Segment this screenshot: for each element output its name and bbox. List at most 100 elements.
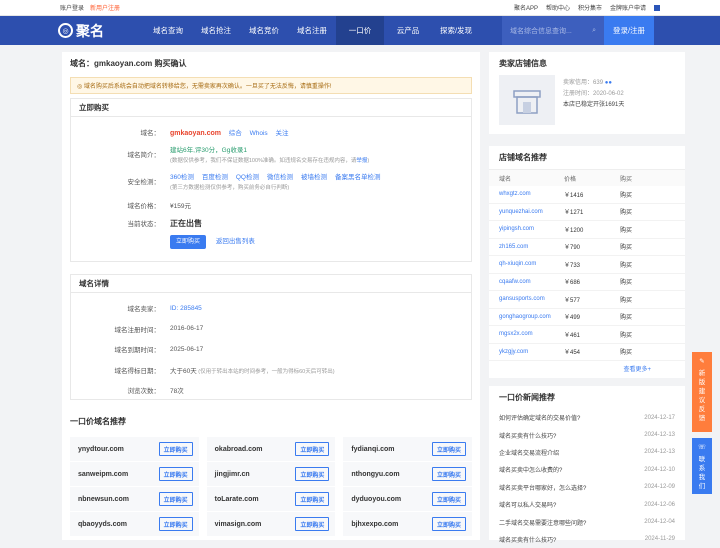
rec-domain[interactable]: jingjimr.cn — [215, 471, 250, 478]
register-link[interactable]: 新用户注册 — [90, 6, 120, 12]
link-whois[interactable]: Whois — [250, 130, 268, 137]
store-domain[interactable]: ykzgjy.com — [499, 349, 564, 355]
rec-domain[interactable]: vimasign.com — [215, 521, 262, 528]
points-link[interactable]: 积分集市 — [578, 3, 602, 12]
app-link[interactable]: 聚名APP — [514, 3, 538, 12]
rec-domain[interactable]: nbnewsun.com — [78, 496, 129, 503]
store-buy-link[interactable]: 购买 — [620, 225, 675, 234]
store-buy-link[interactable]: 购买 — [620, 330, 675, 339]
gold-link[interactable]: 金牌账户申请 — [610, 3, 646, 12]
search-input[interactable]: 域名综合信息查询... ⌕ — [502, 16, 604, 45]
nav-item[interactable]: 域名注册 — [288, 16, 336, 45]
check-link[interactable]: QQ检测 — [236, 174, 259, 181]
rec-buy-button[interactable]: 立即购买 — [432, 467, 466, 481]
rec-buy-button[interactable]: 立即购买 — [158, 467, 193, 481]
report-link[interactable]: 举报 — [356, 158, 367, 164]
store-buy-link[interactable]: 购买 — [620, 312, 675, 321]
rec-domain[interactable]: bjhxexpo.com — [351, 521, 398, 528]
flag-icon[interactable] — [654, 4, 660, 11]
store-domain[interactable]: gonghaogroup.com — [499, 314, 564, 320]
back-link[interactable]: 返回出售列表 — [216, 238, 255, 245]
store-domain[interactable]: qh-xiuqin.com — [499, 261, 564, 267]
news-item[interactable]: 域名买卖中怎么收费的? 2024-12-10 — [489, 461, 685, 478]
check-link[interactable]: 微信检测 — [267, 174, 293, 181]
nav-item[interactable]: 探索/发现 — [432, 16, 480, 45]
help-link[interactable]: 帮助中心 — [546, 3, 570, 12]
contact-button[interactable]: ☏ 联系我们 — [692, 438, 712, 494]
news-title[interactable]: 企业域名交易流程介绍 — [499, 448, 559, 457]
rec-buy-button[interactable]: 立即购买 — [295, 517, 330, 531]
check-link[interactable]: 360检测 — [170, 174, 194, 181]
rec-buy-button[interactable]: 立即购买 — [432, 492, 466, 506]
news-item[interactable]: 域名买卖有什么技巧? 2024-12-13 — [489, 426, 685, 443]
store-row: cqaafw.com ￥686 购买 — [489, 274, 685, 291]
nav-item[interactable]: 域名查询 — [144, 16, 192, 45]
news-item[interactable]: 如何评估确定域名的交易价值? 2024-12-17 — [489, 409, 685, 426]
login-link[interactable]: 账户登录 — [60, 6, 84, 12]
nav-item[interactable]: 一口价 — [336, 16, 384, 45]
store-domain[interactable]: yunquezhai.com — [499, 209, 564, 215]
rec-domain[interactable]: sanweipm.com — [78, 471, 128, 478]
rec-buy-button[interactable]: 立即购买 — [295, 442, 330, 456]
check-link[interactable]: 备案黑名单检测 — [335, 174, 381, 181]
rec-buy-button[interactable]: 立即购买 — [295, 467, 330, 481]
search-icon[interactable]: ⌕ — [592, 27, 596, 35]
news-title[interactable]: 域名买卖平台哪家好，怎么选择? — [499, 483, 586, 492]
check-link[interactable]: 被墙检测 — [301, 174, 327, 181]
nav-item[interactable]: 域名抢注 — [192, 16, 240, 45]
link-overview[interactable]: 综合 — [229, 130, 242, 137]
rec-domain[interactable]: toLarate.com — [215, 496, 259, 503]
rec-domain[interactable]: qbaoyyds.com — [78, 521, 127, 528]
detail-row: 域名注册时间： 2016-06-17 — [71, 319, 471, 340]
store-domain[interactable]: yipingsh.com — [499, 226, 564, 232]
news-item[interactable]: 域名买卖平台哪家好，怎么选择? 2024-12-09 — [489, 479, 685, 496]
news-title[interactable]: 域名买卖有什么技巧? — [499, 431, 556, 440]
store-buy-link[interactable]: 购买 — [620, 242, 675, 251]
rec-buy-button[interactable]: 立即购买 — [432, 517, 466, 531]
nav-item[interactable]: 域名竞价 — [240, 16, 288, 45]
store-buy-link[interactable]: 购买 — [620, 207, 675, 216]
rec-buy-button[interactable]: 立即购买 — [158, 517, 193, 531]
news-title[interactable]: 二手域名交易需要注意哪些问题? — [499, 518, 586, 527]
store-domain[interactable]: cqaafw.com — [499, 279, 564, 285]
store-buy-link[interactable]: 购买 — [620, 347, 675, 356]
store-domain[interactable]: whxgtz.com — [499, 191, 564, 197]
check-link[interactable]: 百度检测 — [202, 174, 228, 181]
detail-value-text[interactable]: ID: 285845 — [170, 305, 202, 312]
news-item[interactable]: 企业域名交易流程介绍 2024-12-13 — [489, 444, 685, 461]
store-buy-link[interactable]: 购买 — [620, 295, 675, 304]
feedback-button[interactable]: ✎ 新版建议反馈 — [692, 352, 712, 432]
rec-domain[interactable]: ynydtour.com — [78, 446, 124, 453]
rec-buy-button[interactable]: 立即购买 — [295, 492, 330, 506]
store-buy-link[interactable]: 购买 — [620, 277, 675, 286]
rec-buy-button[interactable]: 立即购买 — [432, 442, 466, 456]
buy-now-button[interactable]: 立即购买 — [170, 235, 207, 249]
rec-domain[interactable]: dyduoyou.com — [351, 496, 401, 503]
news-title[interactable]: 域名买卖有什么技巧? — [499, 535, 556, 544]
rec-buy-button[interactable]: 立即购买 — [158, 442, 193, 456]
login-button[interactable]: 登录/注册 — [604, 16, 654, 45]
rec-domain[interactable]: okabroad.com — [215, 446, 263, 453]
news-title[interactable]: 如何评估确定域名的交易价值? — [499, 413, 580, 422]
store-domain[interactable]: zh165.com — [499, 244, 564, 250]
detail-row: 浏览次数： 78次 — [71, 380, 471, 401]
buy-box: 立即购买 域名： gmkaoyan.com 综合 Whois 关注 域名简介： … — [70, 98, 472, 262]
store-buy-link[interactable]: 购买 — [620, 190, 675, 199]
logo[interactable]: ◎ 聚名 — [58, 21, 144, 41]
store-domain[interactable]: gansusports.com — [499, 296, 564, 302]
rec-buy-button[interactable]: 立即购买 — [158, 492, 193, 506]
rec-domain[interactable]: fydianqi.com — [351, 446, 394, 453]
news-item[interactable]: 二手域名交易需要注意哪些问题? 2024-12-04 — [489, 513, 685, 530]
news-title[interactable]: 域名可以私人交易吗? — [499, 500, 556, 509]
link-follow[interactable]: 关注 — [275, 130, 288, 137]
more-link[interactable]: 查看更多+ — [489, 361, 685, 373]
store-domain[interactable]: mgsx2x.com — [499, 331, 564, 337]
detail-header: 域名详情 — [71, 275, 471, 293]
news-title[interactable]: 域名买卖中怎么收费的? — [499, 465, 562, 474]
news-item[interactable]: 域名买卖有什么技巧? 2024-11-29 — [489, 531, 685, 548]
rec-domain[interactable]: nthongyu.com — [351, 471, 399, 478]
store-buy-link[interactable]: 购买 — [620, 260, 675, 269]
detail-label: 域名到期时间： — [114, 347, 161, 355]
nav-item[interactable]: 云产品 — [384, 16, 432, 45]
news-item[interactable]: 域名可以私人交易吗? 2024-12-06 — [489, 496, 685, 513]
